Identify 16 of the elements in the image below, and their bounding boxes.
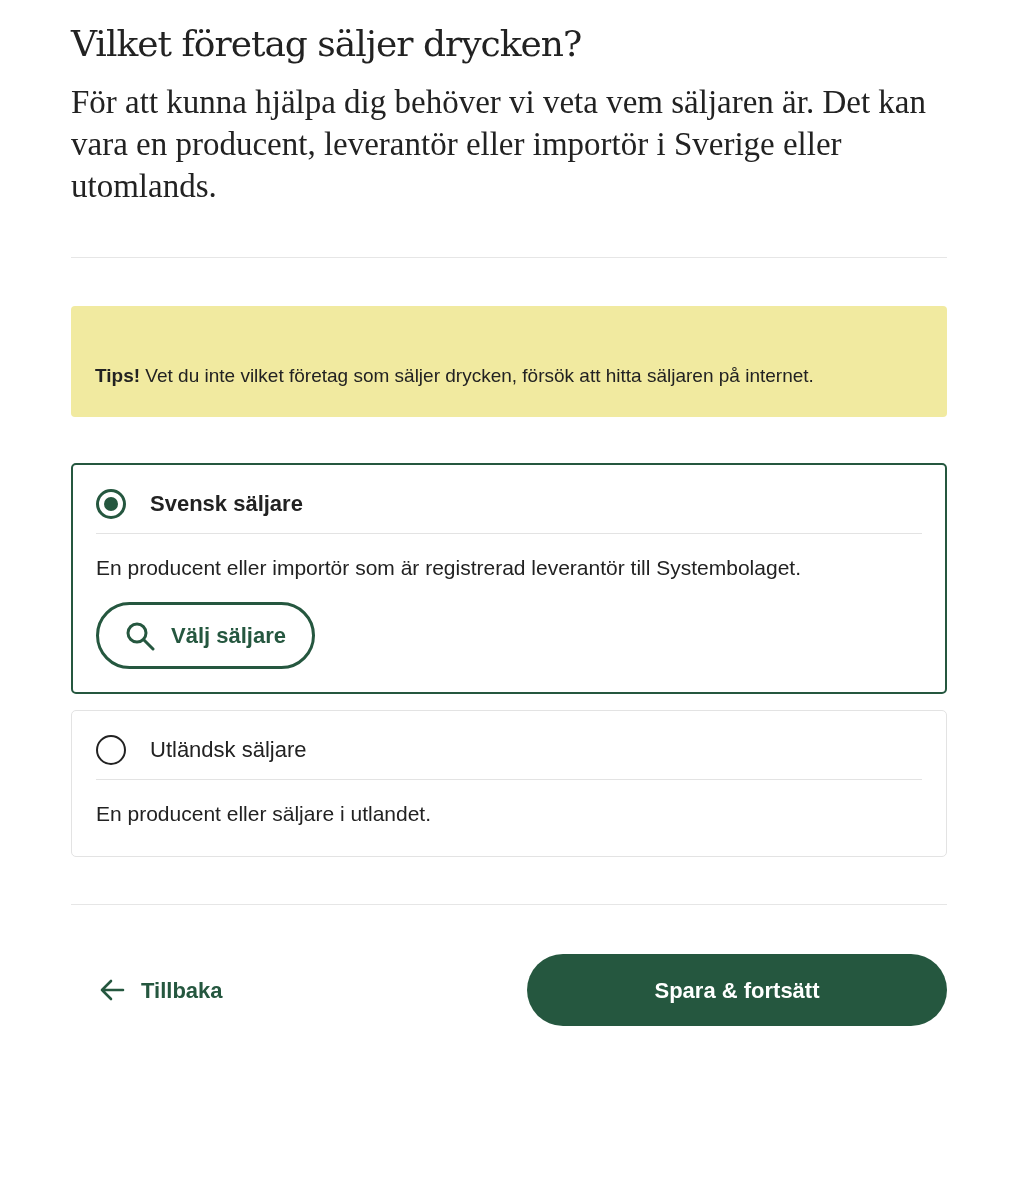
- back-link[interactable]: Tillbaka: [71, 973, 223, 1007]
- tip-box: Tips! Vet du inte vilket företag som säljer drycken, försök att hitta säljaren på internet.: [71, 306, 947, 418]
- option-label: Utländsk säljare: [150, 736, 307, 765]
- page-title: Vilket företag säljer drycken?: [71, 22, 583, 66]
- radio-button[interactable]: [96, 734, 126, 765]
- option-label: Svensk säljare: [150, 490, 303, 519]
- option-card[interactable]: Utländsk säljare En producent eller säljare i utlandet.: [71, 710, 947, 858]
- arrow-left-icon: [99, 978, 125, 1003]
- select-seller-button[interactable]: Välj säljare: [96, 602, 315, 670]
- search-icon: [125, 620, 155, 651]
- save-continue-button[interactable]: Spara & fortsätt: [527, 954, 947, 1027]
- option-description: En producent eller importör som är registrerad leverantör till Systembolaget.: [96, 555, 802, 582]
- radio-button[interactable]: [96, 488, 126, 519]
- option-card[interactable]: Svensk säljare En producent eller importör som är registrerad leverantör till Systembolaget. Välj säljare: [71, 463, 947, 695]
- option-description: En producent eller säljare i utlandet.: [96, 801, 433, 828]
- intro-text: För att kunna hjälpa dig behöver vi veta vem säljaren är. Det kan vara en producent, leverantör eller importör i Sverige eller utomlands.: [71, 83, 927, 207]
